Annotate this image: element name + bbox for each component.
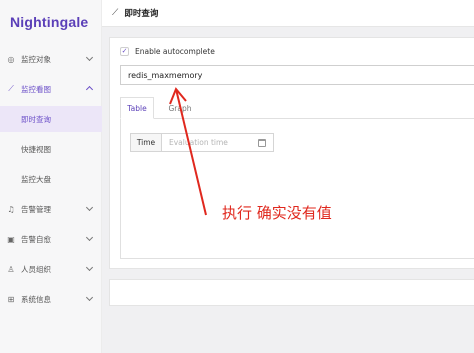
sidebar-item-monitor-objects[interactable]: ◎ 监控对象 xyxy=(0,46,102,72)
app-logo[interactable]: Nightingale xyxy=(10,14,88,30)
sidebar-item-label: 快捷视图 xyxy=(21,144,51,154)
table-panel: Time Evaluation time xyxy=(120,119,474,259)
results-card xyxy=(109,279,474,306)
autocomplete-checkbox[interactable]: ✓ xyxy=(120,47,129,56)
chevron-down-icon xyxy=(85,293,94,302)
sidebar-item-label: 监控看图 xyxy=(21,84,51,94)
annotation-text: 执行 确实没有值 xyxy=(222,204,332,222)
target-icon: ◎ xyxy=(7,54,15,64)
user-icon: ♙ xyxy=(7,264,15,274)
expression-text: redis_maxmemory xyxy=(128,70,203,80)
chevron-up-icon xyxy=(85,85,94,94)
sidebar-item-people-org[interactable]: ♙ 人员组织 xyxy=(0,256,102,282)
sidebar-item-quick-views[interactable]: 快捷视图 xyxy=(0,136,102,162)
sidebar-item-system-info[interactable]: ⊞ 系统信息 xyxy=(0,286,102,312)
sidebar-item-alert-self-healing[interactable]: ▣ 告警自愈 xyxy=(0,226,102,252)
evaluation-time-picker[interactable]: Evaluation time xyxy=(162,133,274,152)
sidebar: Nightingale ◎ 监控对象 ⟋ 监控看图 即时查询 快捷视图 监控大盘… xyxy=(0,0,102,353)
autocomplete-label: Enable autocomplete xyxy=(135,47,215,56)
sidebar-item-label: 人员组织 xyxy=(21,264,51,274)
sidebar-item-monitor-charts[interactable]: ⟋ 监控看图 xyxy=(0,76,102,102)
grid-icon: ⊞ xyxy=(7,294,15,304)
sidebar-item-label: 监控对象 xyxy=(21,54,51,64)
chevron-down-icon xyxy=(85,53,94,62)
query-card: ✓ Enable autocomplete redis_maxmemory Ta… xyxy=(109,37,474,269)
sidebar-item-dashboards[interactable]: 监控大盘 xyxy=(0,166,102,192)
sidebar-item-alert-management[interactable]: ♫ 告警管理 xyxy=(0,196,102,222)
terminal-icon: ▣ xyxy=(7,234,15,244)
sidebar-item-label: 即时查询 xyxy=(21,114,51,124)
sidebar-item-label: 告警管理 xyxy=(21,204,51,214)
sidebar-item-instant-query[interactable]: 即时查询 xyxy=(0,106,102,132)
chart-line-icon: ⟋ xyxy=(112,8,119,18)
time-row: Time Evaluation time xyxy=(130,133,274,152)
promql-expression-input[interactable]: redis_maxmemory xyxy=(120,65,474,85)
time-placeholder: Evaluation time xyxy=(169,138,228,147)
bell-icon: ♫ xyxy=(7,204,15,214)
chevron-down-icon xyxy=(85,233,94,242)
result-tabs: Table Graph xyxy=(120,97,474,119)
sidebar-item-label: 告警自愈 xyxy=(21,234,51,244)
page-title: 即时查询 xyxy=(124,9,159,19)
tab-graph[interactable]: Graph xyxy=(158,97,202,119)
chart-line-icon: ⟋ xyxy=(8,84,14,93)
chevron-down-icon xyxy=(85,263,94,272)
sidebar-item-label: 监控大盘 xyxy=(21,174,51,184)
calendar-icon xyxy=(258,139,266,147)
time-label: Time xyxy=(130,133,162,152)
page-header: ⟋ 即时查询 xyxy=(102,0,474,27)
tab-table[interactable]: Table xyxy=(120,97,154,119)
autocomplete-toggle[interactable]: ✓ Enable autocomplete xyxy=(120,47,215,56)
chevron-down-icon xyxy=(85,203,94,212)
sidebar-item-label: 系统信息 xyxy=(21,294,51,304)
